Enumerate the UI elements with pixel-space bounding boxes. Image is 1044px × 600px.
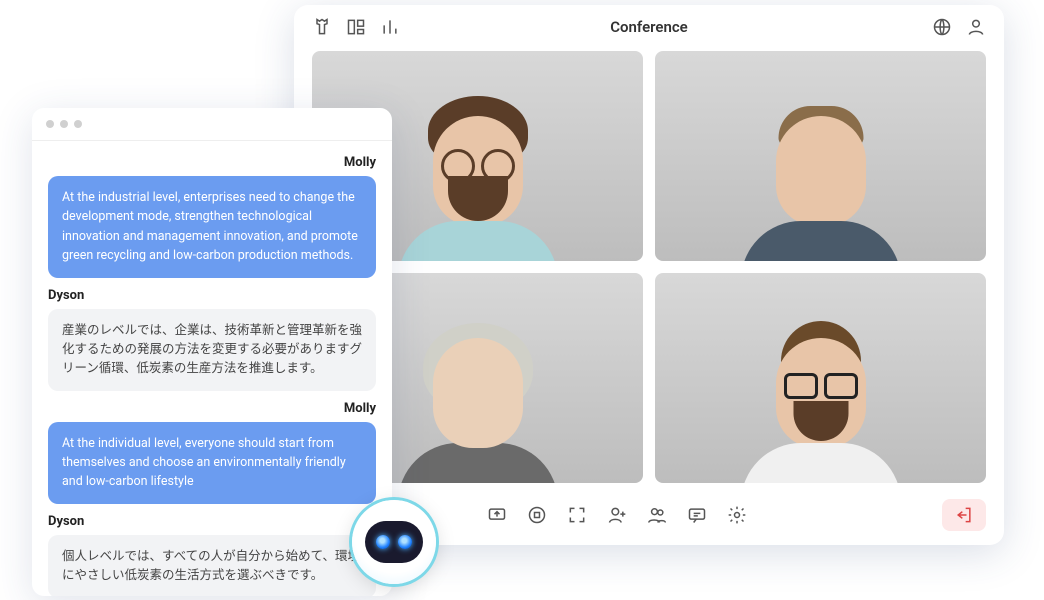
chat-bubble: At the industrial level, enterprises nee… [48, 176, 376, 278]
chat-bubble: At the individual level, everyone should… [48, 422, 376, 504]
conference-header: Conference [294, 5, 1004, 45]
layout-icon[interactable] [346, 17, 366, 37]
chat-sender: Molly [48, 401, 376, 416]
stop-icon[interactable] [527, 505, 547, 525]
shirt-icon[interactable] [312, 17, 332, 37]
window-dot[interactable] [46, 120, 54, 128]
add-participant-icon[interactable] [607, 505, 627, 525]
bot-face-icon [365, 521, 423, 563]
participants-icon[interactable] [647, 505, 667, 525]
chat-window: Molly At the industrial level, enterpris… [32, 108, 392, 596]
chat-body: Molly At the industrial level, enterpris… [32, 141, 392, 596]
window-dot[interactable] [74, 120, 82, 128]
window-controls [32, 108, 392, 141]
globe-icon[interactable] [932, 17, 952, 37]
chat-sender: Dyson [48, 514, 376, 529]
chat-sender: Molly [48, 155, 376, 170]
leave-icon [954, 505, 974, 525]
video-tile-4[interactable] [655, 273, 986, 483]
video-grid [294, 45, 1004, 489]
chat-sender: Dyson [48, 288, 376, 303]
conference-window: Conference [294, 5, 1004, 545]
bot-avatar[interactable] [352, 500, 436, 584]
share-screen-icon[interactable] [487, 505, 507, 525]
conference-title: Conference [610, 18, 688, 36]
settings-icon[interactable] [727, 505, 747, 525]
profile-icon[interactable] [966, 17, 986, 37]
fullscreen-icon[interactable] [567, 505, 587, 525]
poll-icon[interactable] [380, 17, 400, 37]
chat-bubble: 産業のレベルでは、企業は、技術革新と管理革新を強化するための発展の方法を変更する… [48, 309, 376, 391]
leave-button[interactable] [942, 499, 986, 531]
chat-icon[interactable] [687, 505, 707, 525]
window-dot[interactable] [60, 120, 68, 128]
chat-bubble: 個人レベルでは、すべての人が自分から始めて、環境にやさしい低炭素の生活方式を選ぶ… [48, 535, 376, 596]
video-tile-2[interactable] [655, 51, 986, 261]
